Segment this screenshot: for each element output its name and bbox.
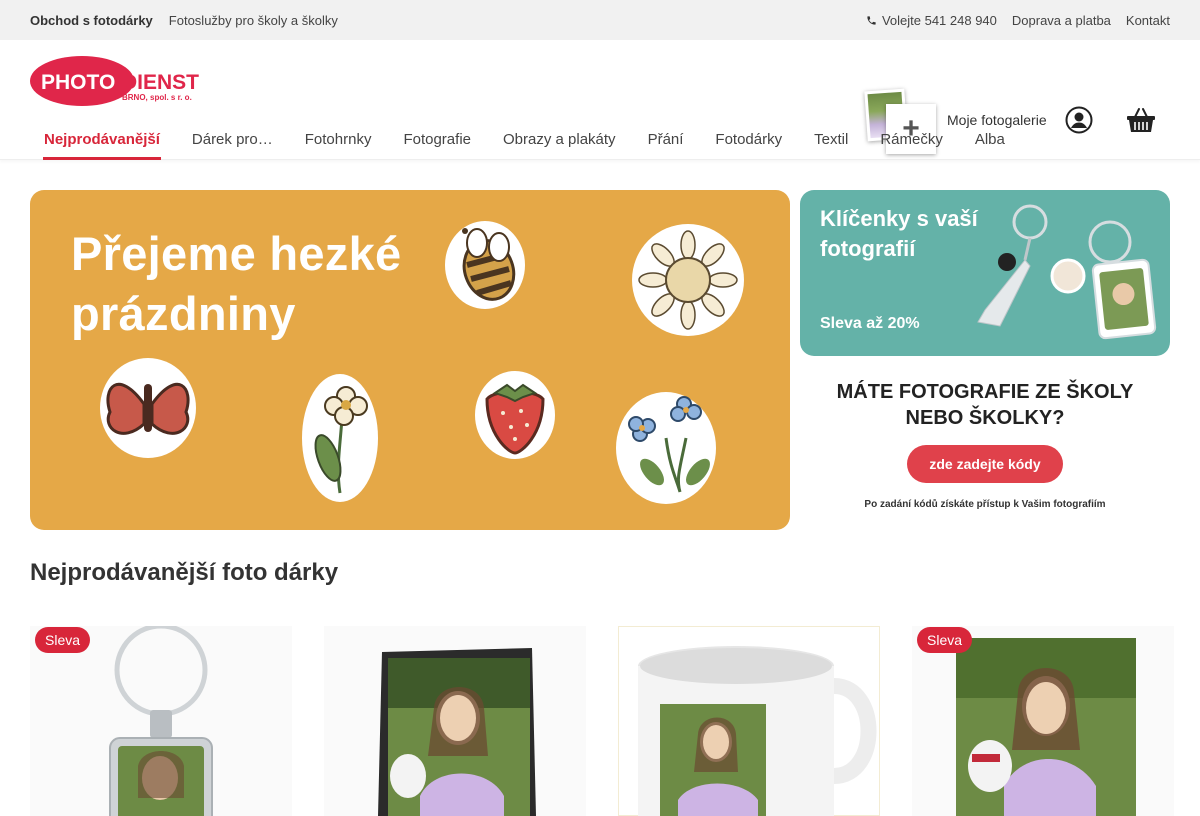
bee-icon (445, 221, 525, 309)
product-card-slate[interactable] (324, 626, 586, 816)
svg-text:DIENST: DIENST (122, 71, 199, 94)
school-services-link[interactable]: Fotoslužby pro školy a školky (169, 13, 338, 28)
school-note: Po zadání kódů získáte přístup k Vašim f… (864, 499, 1106, 510)
nav-item-photos[interactable]: Fotografie (387, 120, 487, 160)
school-photos-block: MÁTE FOTOGRAFIE ZE ŠKOLY NEBO ŠKOLKY? zd… (800, 370, 1170, 530)
phone-link[interactable]: Volejte 541 248 940 (866, 13, 997, 28)
nav-item-posters[interactable]: Obrazy a plakáty (487, 120, 632, 160)
product-card-mug[interactable] (618, 626, 880, 816)
summer-stickers (100, 221, 744, 504)
contact-link[interactable]: Kontakt (1126, 13, 1170, 28)
product-image (30, 626, 292, 816)
blue-flowers-icon (616, 392, 716, 504)
basket-icon[interactable] (1126, 106, 1156, 134)
logo[interactable]: PHOTO DIENST BRNO, spol. s r. o. (30, 55, 206, 107)
nav-item-bestsellers[interactable]: Nejprodávanější (28, 120, 176, 160)
sale-badge: Sleva (35, 627, 91, 653)
nav-item-mugs[interactable]: Fotohrnky (289, 120, 388, 160)
section-title: Nejprodávanější foto dárky (30, 559, 339, 586)
shop-link[interactable]: Obchod s fotodárky (30, 13, 153, 28)
nav-item-frames[interactable]: Rámečky (864, 120, 959, 160)
product-card-canvas[interactable]: Sleva (912, 626, 1174, 816)
nav-item-albums[interactable]: Alba (959, 120, 1021, 160)
phone-text: Volejte 541 248 940 (881, 12, 997, 28)
school-heading: MÁTE FOTOGRAFIE ZE ŠKOLY NEBO ŠKOLKY? (836, 381, 1134, 429)
product-image (618, 626, 880, 816)
keychain-banner[interactable]: Klíčenky s vaší fotografií Sleva až 20% (800, 190, 1170, 356)
phone-icon (867, 15, 876, 25)
product-image (324, 626, 586, 816)
top-bar: Obchod s fotodárky Fotoslužby pro školy … (0, 0, 1200, 40)
keychain-banner-title: Klíčenky s vaší fotografií (820, 206, 978, 261)
summer-banner[interactable]: Přejeme hezké prázdniny (30, 190, 790, 530)
delivery-link[interactable]: Doprava a platba (1012, 13, 1111, 28)
enter-codes-button[interactable]: zde zadejte kódy (907, 445, 1063, 483)
nav-item-cards[interactable]: Přání (632, 120, 700, 160)
product-list: Sleva Sleva (30, 626, 1174, 816)
nav-item-gift-for[interactable]: Dárek pro… (176, 120, 289, 160)
sale-badge: Sleva (917, 627, 973, 653)
header: PHOTO DIENST BRNO, spol. s r. o. + Moje … (0, 40, 1200, 154)
product-image (912, 626, 1174, 816)
svg-text:PHOTO: PHOTO (41, 71, 115, 94)
product-card-keychain[interactable]: Sleva (30, 626, 292, 816)
account-icon[interactable] (1065, 106, 1093, 134)
svg-text:BRNO, spol. s r. o.: BRNO, spol. s r. o. (122, 93, 192, 102)
flower-icon (632, 224, 744, 336)
nav-item-textile[interactable]: Textil (798, 120, 864, 160)
strawberry-icon (475, 371, 555, 459)
main-nav: Nejprodávanější Dárek pro… Fotohrnky Fot… (0, 120, 1200, 160)
small-flower-icon (302, 374, 378, 502)
keychain-discount: Sleva až 20% (820, 315, 920, 332)
nav-item-photo-gifts[interactable]: Fotodárky (699, 120, 798, 160)
butterfly-icon (100, 358, 196, 458)
